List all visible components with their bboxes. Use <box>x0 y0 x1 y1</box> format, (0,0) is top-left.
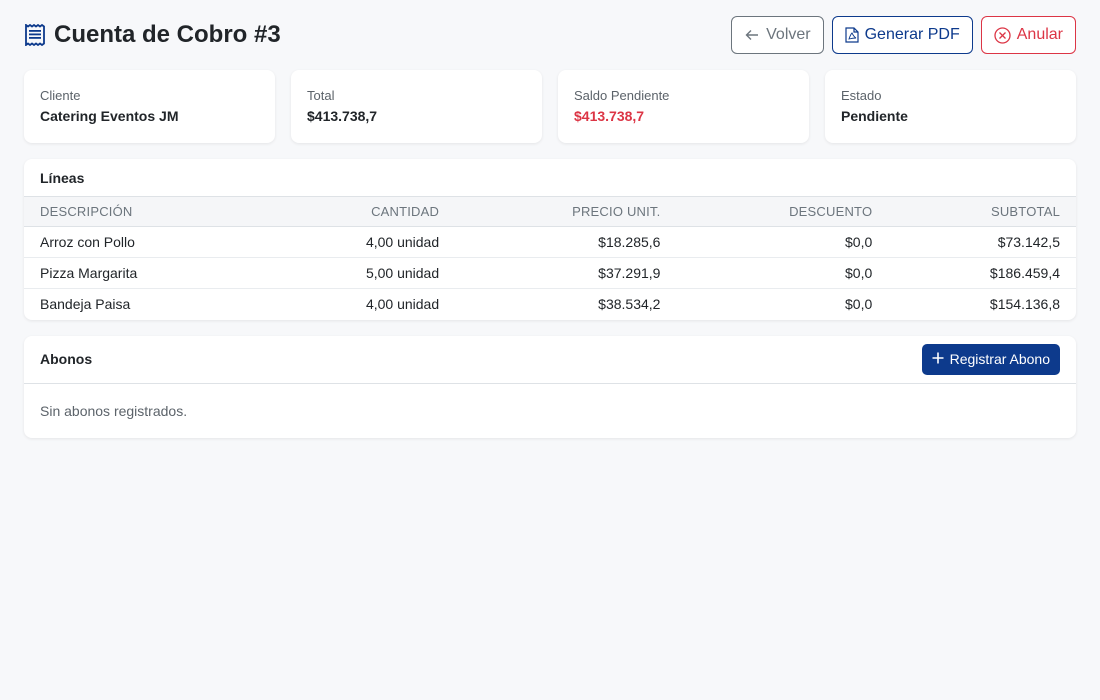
page: Cuenta de Cobro #3 Volver Generar PDF An… <box>0 0 1100 470</box>
generate-pdf-button[interactable]: Generar PDF <box>831 16 973 54</box>
cell-subtotal: $73.142,5 <box>888 226 1076 258</box>
card-label: Estado <box>841 88 882 103</box>
back-button[interactable]: Volver <box>731 16 824 54</box>
cell-precio: $18.285,6 <box>455 226 677 258</box>
page-title: Cuenta de Cobro #3 <box>54 21 281 48</box>
card-cliente: Cliente Catering Eventos JM <box>24 70 275 143</box>
generate-pdf-label: Generar PDF <box>864 26 960 43</box>
table-row: Arroz con Pollo 4,00 unidad $18.285,6 $0… <box>24 226 1076 258</box>
lines-panel-title: Líneas <box>24 159 1076 197</box>
card-saldo: Saldo Pendiente $413.738,7 <box>558 70 809 143</box>
client-name: Catering Eventos JM <box>40 108 179 124</box>
payments-panel-header: Abonos Registrar Abono <box>24 336 1076 384</box>
lines-panel: Líneas DESCRIPCIÓN CANTIDAD PRECIO UNIT.… <box>24 159 1076 320</box>
receipt-icon <box>24 24 46 46</box>
column-header-subtotal: SUBTOTAL <box>888 197 1076 227</box>
status-value: Pendiente <box>841 108 908 124</box>
card-label: Total <box>307 88 335 103</box>
cell-precio: $37.291,9 <box>455 257 677 289</box>
card-estado: Estado Pendiente <box>825 70 1076 143</box>
cancel-invoice-label: Anular <box>1016 26 1063 43</box>
cell-cantidad: 5,00 unidad <box>261 257 456 289</box>
cell-subtotal: $186.459,4 <box>888 257 1076 289</box>
page-header: Cuenta de Cobro #3 Volver Generar PDF An… <box>24 16 1076 54</box>
card-total: Total $413.738,7 <box>291 70 542 143</box>
table-header-row: DESCRIPCIÓN CANTIDAD PRECIO UNIT. DESCUE… <box>24 197 1076 227</box>
payments-panel-title: Abonos <box>40 351 93 367</box>
file-pdf-icon <box>845 27 859 43</box>
arrow-left-icon <box>744 27 760 43</box>
header-actions: Volver Generar PDF Anular <box>731 16 1076 54</box>
card-label: Saldo Pendiente <box>574 88 670 103</box>
cell-cantidad: 4,00 unidad <box>261 226 456 258</box>
title-wrap: Cuenta de Cobro #3 <box>24 21 281 49</box>
plus-icon <box>932 351 944 367</box>
register-payment-label: Registrar Abono <box>949 351 1050 367</box>
column-header-descripcion: DESCRIPCIÓN <box>24 197 262 227</box>
cell-subtotal: $154.136,8 <box>989 296 1060 313</box>
table-row: Pizza Margarita 5,00 unidad $37.291,9 $0… <box>24 257 1076 289</box>
cell-descripcion: Arroz con Pollo <box>24 226 262 258</box>
payments-panel: Abonos Registrar Abono Sin abonos regist… <box>24 335 1076 438</box>
x-circle-icon <box>994 26 1011 44</box>
register-payment-button[interactable]: Registrar Abono <box>921 343 1060 375</box>
total-amount: $413.738,7 <box>307 108 378 124</box>
column-header-cantidad: CANTIDAD <box>261 197 456 227</box>
cell-descuento: $0,0 <box>676 257 889 289</box>
lines-table: DESCRIPCIÓN CANTIDAD PRECIO UNIT. DESCUE… <box>24 197 1076 320</box>
summary-cards: Cliente Catering Eventos JM Total $413.7… <box>24 70 1076 143</box>
card-label: Cliente <box>40 88 81 103</box>
pending-balance: $413.738,7 <box>574 108 645 124</box>
back-button-label: Volver <box>766 26 811 43</box>
table-row: Bandeja Paisa 4,00 unidad $38.534,2 $0,0… <box>24 289 1076 320</box>
column-header-descuento: DESCUENTO <box>676 197 889 227</box>
payments-empty-text: Sin abonos registrados. <box>40 402 188 419</box>
cell-descripcion: Bandeja Paisa <box>40 296 131 313</box>
cell-cantidad: 4,00 unidad <box>365 296 440 313</box>
cell-descuento: $0,0 <box>845 296 873 313</box>
cell-descripcion: Pizza Margarita <box>24 257 262 289</box>
cell-precio: $38.534,2 <box>598 296 661 313</box>
column-header-precio: PRECIO UNIT. <box>455 197 677 227</box>
cell-descuento: $0,0 <box>676 226 889 258</box>
cancel-invoice-button[interactable]: Anular <box>980 16 1076 54</box>
